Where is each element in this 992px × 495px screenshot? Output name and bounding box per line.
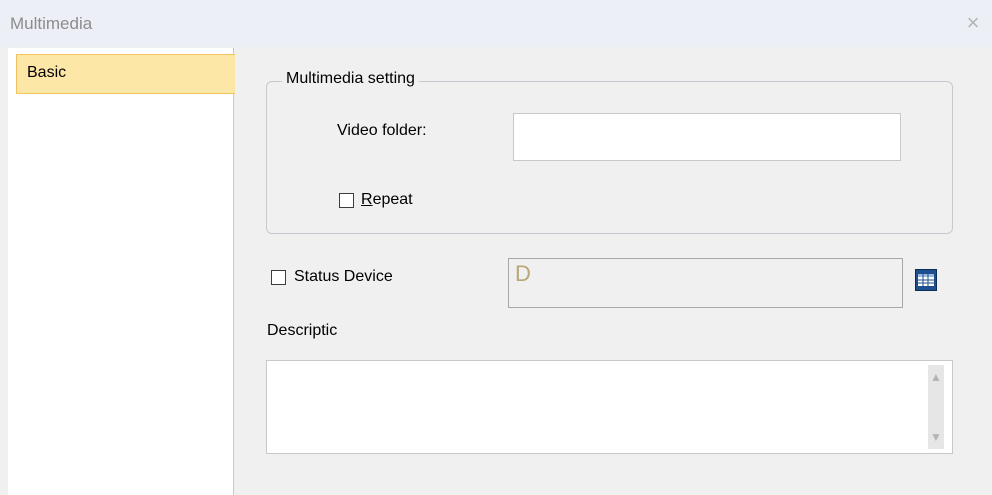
description-label: Descriptic (267, 322, 338, 339)
video-folder-input[interactable] (513, 113, 901, 161)
scroll-down-icon[interactable]: ▼ (920, 429, 952, 445)
description-scrollbar[interactable]: ▲ ▼ (920, 361, 952, 453)
description-textarea[interactable]: ▲ ▼ (266, 360, 953, 454)
repeat-checkbox[interactable] (339, 193, 354, 208)
nav-item-label: Basic (27, 64, 67, 81)
title-bar: Multimedia × (0, 0, 992, 47)
group-title: Multimedia setting (282, 70, 419, 88)
category-list: Basic (8, 48, 236, 495)
repeat-label-rest: epeat (372, 191, 413, 208)
close-button[interactable]: × (962, 12, 984, 34)
video-folder-label: Video folder: (337, 122, 427, 139)
settings-content: Multimedia setting Video folder: Repeat … (235, 47, 992, 495)
repeat-mnemonic: R (361, 191, 373, 208)
repeat-label[interactable]: Repeat (361, 191, 413, 209)
nav-item-basic[interactable]: Basic (16, 54, 236, 94)
device-picker-button[interactable] (915, 269, 937, 291)
status-device-label[interactable]: Status Device (294, 268, 393, 286)
status-device-checkbox[interactable] (271, 270, 286, 285)
status-device-input: D (508, 258, 903, 308)
window-title: Multimedia (10, 14, 93, 33)
status-device-value: D (515, 261, 531, 286)
multimedia-dialog: Multimedia × Basic Multimedia setting Vi… (0, 0, 992, 495)
scroll-up-icon[interactable]: ▲ (920, 369, 952, 385)
